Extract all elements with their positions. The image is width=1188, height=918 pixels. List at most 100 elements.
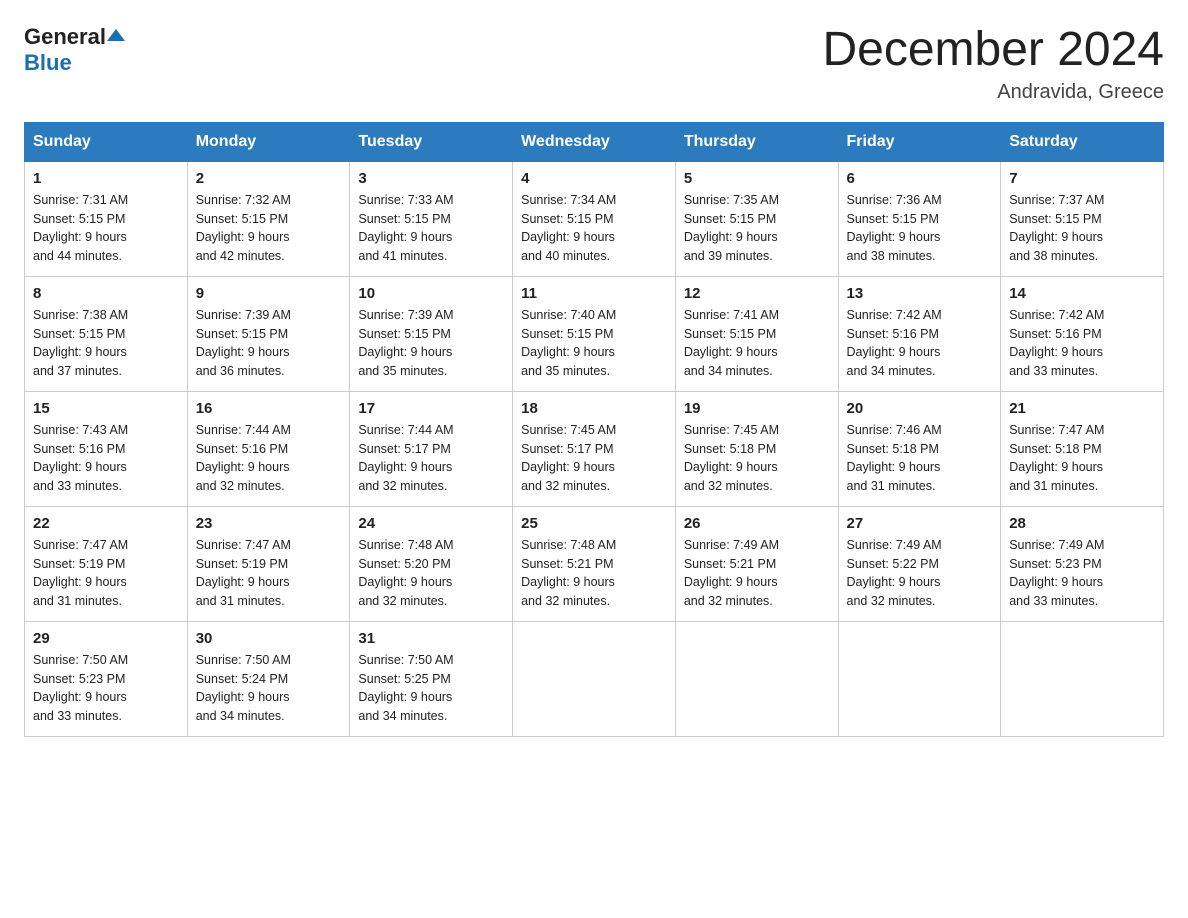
day-info: Sunrise: 7:48 AM Sunset: 5:20 PM Dayligh… bbox=[358, 536, 504, 611]
day-number: 4 bbox=[521, 170, 667, 187]
calendar-cell: 15 Sunrise: 7:43 AM Sunset: 5:16 PM Dayl… bbox=[25, 391, 188, 506]
day-info: Sunrise: 7:43 AM Sunset: 5:16 PM Dayligh… bbox=[33, 421, 179, 496]
day-info: Sunrise: 7:39 AM Sunset: 5:15 PM Dayligh… bbox=[196, 306, 342, 381]
calendar-header-friday: Friday bbox=[838, 122, 1001, 161]
day-info: Sunrise: 7:41 AM Sunset: 5:15 PM Dayligh… bbox=[684, 306, 830, 381]
calendar-cell: 3 Sunrise: 7:33 AM Sunset: 5:15 PM Dayli… bbox=[350, 161, 513, 276]
calendar-cell bbox=[1001, 621, 1164, 736]
day-number: 5 bbox=[684, 170, 830, 187]
calendar-cell: 16 Sunrise: 7:44 AM Sunset: 5:16 PM Dayl… bbox=[187, 391, 350, 506]
calendar-cell: 10 Sunrise: 7:39 AM Sunset: 5:15 PM Dayl… bbox=[350, 276, 513, 391]
logo-general-text: General bbox=[24, 24, 106, 50]
day-number: 19 bbox=[684, 400, 830, 417]
page-header: General Blue December 2024 Andravida, Gr… bbox=[24, 24, 1164, 104]
calendar-cell: 2 Sunrise: 7:32 AM Sunset: 5:15 PM Dayli… bbox=[187, 161, 350, 276]
calendar-cell: 6 Sunrise: 7:36 AM Sunset: 5:15 PM Dayli… bbox=[838, 161, 1001, 276]
calendar-week-row: 22 Sunrise: 7:47 AM Sunset: 5:19 PM Dayl… bbox=[25, 506, 1164, 621]
day-number: 22 bbox=[33, 515, 179, 532]
calendar-cell bbox=[675, 621, 838, 736]
day-info: Sunrise: 7:47 AM Sunset: 5:19 PM Dayligh… bbox=[33, 536, 179, 611]
day-number: 17 bbox=[358, 400, 504, 417]
day-number: 7 bbox=[1009, 170, 1155, 187]
location-subtitle: Andravida, Greece bbox=[822, 81, 1164, 104]
day-number: 20 bbox=[847, 400, 993, 417]
day-info: Sunrise: 7:50 AM Sunset: 5:25 PM Dayligh… bbox=[358, 651, 504, 726]
calendar-cell: 30 Sunrise: 7:50 AM Sunset: 5:24 PM Dayl… bbox=[187, 621, 350, 736]
calendar-header-monday: Monday bbox=[187, 122, 350, 161]
day-number: 18 bbox=[521, 400, 667, 417]
day-info: Sunrise: 7:45 AM Sunset: 5:18 PM Dayligh… bbox=[684, 421, 830, 496]
day-number: 2 bbox=[196, 170, 342, 187]
calendar-cell: 29 Sunrise: 7:50 AM Sunset: 5:23 PM Dayl… bbox=[25, 621, 188, 736]
day-info: Sunrise: 7:44 AM Sunset: 5:16 PM Dayligh… bbox=[196, 421, 342, 496]
day-info: Sunrise: 7:36 AM Sunset: 5:15 PM Dayligh… bbox=[847, 191, 993, 266]
day-info: Sunrise: 7:38 AM Sunset: 5:15 PM Dayligh… bbox=[33, 306, 179, 381]
calendar-cell: 5 Sunrise: 7:35 AM Sunset: 5:15 PM Dayli… bbox=[675, 161, 838, 276]
calendar-header-sunday: Sunday bbox=[25, 122, 188, 161]
calendar-cell: 4 Sunrise: 7:34 AM Sunset: 5:15 PM Dayli… bbox=[513, 161, 676, 276]
day-info: Sunrise: 7:50 AM Sunset: 5:23 PM Dayligh… bbox=[33, 651, 179, 726]
logo-triangle-icon bbox=[107, 27, 125, 43]
calendar-cell: 18 Sunrise: 7:45 AM Sunset: 5:17 PM Dayl… bbox=[513, 391, 676, 506]
calendar-header-wednesday: Wednesday bbox=[513, 122, 676, 161]
day-info: Sunrise: 7:50 AM Sunset: 5:24 PM Dayligh… bbox=[196, 651, 342, 726]
day-number: 24 bbox=[358, 515, 504, 532]
calendar-cell: 31 Sunrise: 7:50 AM Sunset: 5:25 PM Dayl… bbox=[350, 621, 513, 736]
calendar-cell: 28 Sunrise: 7:49 AM Sunset: 5:23 PM Dayl… bbox=[1001, 506, 1164, 621]
calendar-cell: 27 Sunrise: 7:49 AM Sunset: 5:22 PM Dayl… bbox=[838, 506, 1001, 621]
day-info: Sunrise: 7:40 AM Sunset: 5:15 PM Dayligh… bbox=[521, 306, 667, 381]
day-number: 30 bbox=[196, 630, 342, 647]
calendar-cell: 25 Sunrise: 7:48 AM Sunset: 5:21 PM Dayl… bbox=[513, 506, 676, 621]
day-number: 6 bbox=[847, 170, 993, 187]
day-info: Sunrise: 7:35 AM Sunset: 5:15 PM Dayligh… bbox=[684, 191, 830, 266]
day-number: 13 bbox=[847, 285, 993, 302]
calendar-cell: 8 Sunrise: 7:38 AM Sunset: 5:15 PM Dayli… bbox=[25, 276, 188, 391]
calendar-cell bbox=[513, 621, 676, 736]
day-number: 25 bbox=[521, 515, 667, 532]
day-info: Sunrise: 7:45 AM Sunset: 5:17 PM Dayligh… bbox=[521, 421, 667, 496]
calendar-week-row: 1 Sunrise: 7:31 AM Sunset: 5:15 PM Dayli… bbox=[25, 161, 1164, 276]
day-info: Sunrise: 7:48 AM Sunset: 5:21 PM Dayligh… bbox=[521, 536, 667, 611]
calendar-header-saturday: Saturday bbox=[1001, 122, 1164, 161]
month-title: December 2024 bbox=[822, 24, 1164, 77]
calendar-cell: 12 Sunrise: 7:41 AM Sunset: 5:15 PM Dayl… bbox=[675, 276, 838, 391]
calendar-header-tuesday: Tuesday bbox=[350, 122, 513, 161]
calendar-cell: 22 Sunrise: 7:47 AM Sunset: 5:19 PM Dayl… bbox=[25, 506, 188, 621]
calendar-cell: 1 Sunrise: 7:31 AM Sunset: 5:15 PM Dayli… bbox=[25, 161, 188, 276]
logo: General Blue bbox=[24, 24, 125, 76]
calendar-cell: 7 Sunrise: 7:37 AM Sunset: 5:15 PM Dayli… bbox=[1001, 161, 1164, 276]
day-info: Sunrise: 7:46 AM Sunset: 5:18 PM Dayligh… bbox=[847, 421, 993, 496]
day-number: 29 bbox=[33, 630, 179, 647]
calendar-week-row: 8 Sunrise: 7:38 AM Sunset: 5:15 PM Dayli… bbox=[25, 276, 1164, 391]
day-info: Sunrise: 7:39 AM Sunset: 5:15 PM Dayligh… bbox=[358, 306, 504, 381]
calendar-cell: 23 Sunrise: 7:47 AM Sunset: 5:19 PM Dayl… bbox=[187, 506, 350, 621]
calendar-cell: 17 Sunrise: 7:44 AM Sunset: 5:17 PM Dayl… bbox=[350, 391, 513, 506]
calendar-cell: 11 Sunrise: 7:40 AM Sunset: 5:15 PM Dayl… bbox=[513, 276, 676, 391]
day-info: Sunrise: 7:37 AM Sunset: 5:15 PM Dayligh… bbox=[1009, 191, 1155, 266]
calendar-cell: 26 Sunrise: 7:49 AM Sunset: 5:21 PM Dayl… bbox=[675, 506, 838, 621]
day-number: 11 bbox=[521, 285, 667, 302]
day-number: 14 bbox=[1009, 285, 1155, 302]
calendar-cell: 20 Sunrise: 7:46 AM Sunset: 5:18 PM Dayl… bbox=[838, 391, 1001, 506]
day-number: 12 bbox=[684, 285, 830, 302]
calendar-cell: 13 Sunrise: 7:42 AM Sunset: 5:16 PM Dayl… bbox=[838, 276, 1001, 391]
day-number: 9 bbox=[196, 285, 342, 302]
day-number: 10 bbox=[358, 285, 504, 302]
day-info: Sunrise: 7:42 AM Sunset: 5:16 PM Dayligh… bbox=[847, 306, 993, 381]
calendar-table: SundayMondayTuesdayWednesdayThursdayFrid… bbox=[24, 122, 1164, 737]
calendar-cell bbox=[838, 621, 1001, 736]
calendar-header-row: SundayMondayTuesdayWednesdayThursdayFrid… bbox=[25, 122, 1164, 161]
calendar-cell: 21 Sunrise: 7:47 AM Sunset: 5:18 PM Dayl… bbox=[1001, 391, 1164, 506]
day-info: Sunrise: 7:32 AM Sunset: 5:15 PM Dayligh… bbox=[196, 191, 342, 266]
calendar-header-thursday: Thursday bbox=[675, 122, 838, 161]
day-number: 31 bbox=[358, 630, 504, 647]
day-info: Sunrise: 7:33 AM Sunset: 5:15 PM Dayligh… bbox=[358, 191, 504, 266]
day-number: 3 bbox=[358, 170, 504, 187]
calendar-cell: 14 Sunrise: 7:42 AM Sunset: 5:16 PM Dayl… bbox=[1001, 276, 1164, 391]
calendar-cell: 9 Sunrise: 7:39 AM Sunset: 5:15 PM Dayli… bbox=[187, 276, 350, 391]
day-number: 1 bbox=[33, 170, 179, 187]
day-number: 16 bbox=[196, 400, 342, 417]
day-info: Sunrise: 7:49 AM Sunset: 5:23 PM Dayligh… bbox=[1009, 536, 1155, 611]
day-info: Sunrise: 7:47 AM Sunset: 5:19 PM Dayligh… bbox=[196, 536, 342, 611]
day-number: 21 bbox=[1009, 400, 1155, 417]
